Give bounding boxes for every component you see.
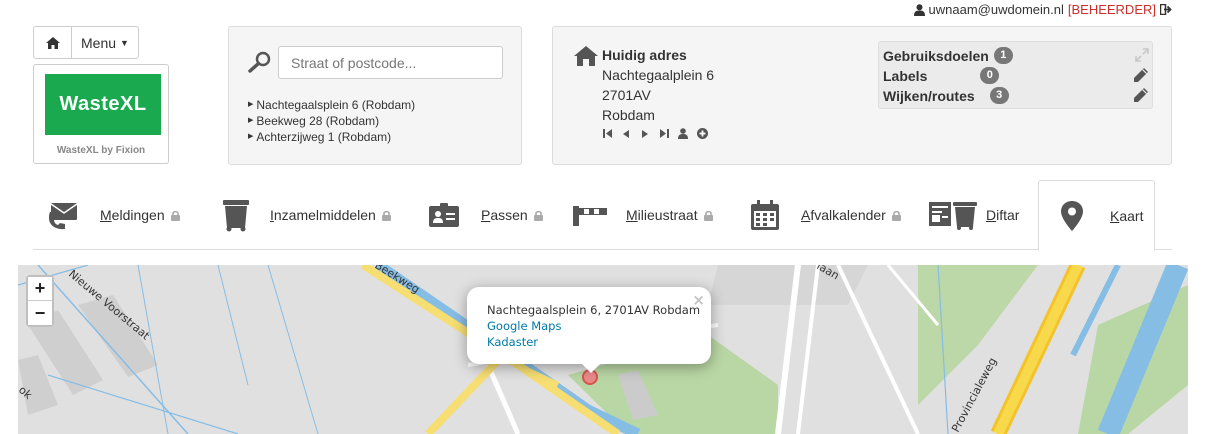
logout-icon[interactable]: [1160, 4, 1172, 15]
popup-tip: [581, 363, 601, 373]
search-input[interactable]: [278, 46, 503, 79]
house-icon: [574, 46, 598, 66]
next-icon[interactable]: [639, 129, 651, 138]
user-role: [BEHEERDER]: [1067, 2, 1156, 17]
previous-icon[interactable]: [620, 129, 632, 138]
list-item[interactable]: ▶ Nachtegaalsplein 6 (Robdam): [248, 97, 415, 113]
lock-icon: [381, 210, 391, 221]
tab-milieustraat[interactable]: Milieustraat: [573, 180, 713, 250]
expand-icon[interactable]: [1135, 48, 1149, 62]
search-icon: [248, 51, 271, 73]
address-street: Nachtegaalplein 6: [602, 67, 715, 83]
tab-label: Milieustraat: [626, 207, 698, 223]
count-badge: 1: [993, 47, 1013, 64]
wastexl-logo: WasteXL: [45, 74, 161, 135]
barrier-icon: [573, 206, 607, 226]
zoom-in-button[interactable]: +: [28, 277, 52, 301]
popup-address: Nachtegaalsplein 6, 2701AV Robdam: [487, 303, 701, 317]
property-wijken-routes: Wijken/routes 3: [883, 87, 1009, 104]
lock-icon: [170, 210, 180, 221]
lock-icon: [703, 210, 713, 221]
logo-box: WasteXL WasteXL by Fixion: [33, 64, 169, 164]
properties-box: Gebruiksdoelen 1 Labels 0 Wijken/routes …: [878, 41, 1153, 109]
property-gebruiksdoelen: Gebruiksdoelen 1: [883, 47, 1013, 64]
kadaster-link[interactable]: Kadaster: [487, 335, 538, 349]
tab-meldingen[interactable]: Meldingen: [47, 180, 180, 250]
menu-button[interactable]: Menu ▼: [72, 27, 138, 58]
count-badge: 3: [989, 87, 1009, 104]
recent-addresses: ▶ Nachtegaalsplein 6 (Robdam) ▶ Beekweg 28…: [248, 97, 415, 145]
zoom-control: + −: [26, 275, 54, 327]
pencil-icon[interactable]: [1133, 67, 1149, 83]
google-maps-link[interactable]: Google Maps: [487, 319, 561, 333]
caret-down-icon: ▼: [120, 37, 129, 48]
logo-text: WasteXL: [59, 93, 147, 115]
caret-right-icon: ▶: [248, 133, 254, 140]
address-title: Huidig adres: [602, 47, 687, 63]
property-labels: Labels 0: [883, 67, 1000, 84]
first-icon[interactable]: [601, 129, 613, 138]
tab-diftar[interactable]: Diftar: [929, 180, 1019, 250]
zoom-out-button[interactable]: −: [28, 301, 52, 325]
address-city: Robdam: [602, 107, 655, 123]
person-icon[interactable]: [677, 128, 689, 139]
module-tabs: Meldingen Inzamelmiddelen Passen Milieus…: [33, 180, 1172, 251]
invoice-bin-icon: [929, 202, 977, 230]
address-navigation: [601, 128, 708, 139]
calendar-icon: [751, 200, 779, 230]
list-item[interactable]: ▶ Beekweg 28 (Robdam): [248, 113, 415, 129]
tab-afvalkalender[interactable]: Afvalkalender: [751, 180, 901, 250]
map-popup: × Nachtegaalsplein 6, 2701AV Robdam Goog…: [467, 287, 711, 373]
tab-label: Meldingen: [100, 207, 165, 223]
address-postcode: 2701AV: [602, 87, 651, 103]
list-item[interactable]: ▶ Achterzijweg 1 (Robdam): [248, 129, 415, 145]
count-badge: 0: [980, 67, 1000, 84]
trash-bin-icon: [223, 200, 249, 232]
logo-caption: WasteXL by Fixion: [56, 145, 146, 156]
envelope-phone-icon: [49, 203, 78, 230]
top-button-group: Menu ▼: [33, 26, 139, 59]
map-view[interactable]: Nieuwe Voorstraat Beekweg Provincialeweg…: [18, 265, 1188, 434]
menu-label: Menu: [81, 34, 117, 51]
tab-label: Kaart: [1110, 207, 1144, 224]
home-icon: [45, 36, 60, 49]
address-panel: Huidig adres Nachtegaalplein 6 2701AV Ro…: [552, 26, 1172, 165]
user-bar: uwnaam@uwdomein.nl [BEHEERDER]: [913, 2, 1172, 17]
user-icon: [913, 3, 925, 16]
tab-label: Passen: [481, 207, 528, 223]
last-icon[interactable]: [658, 129, 670, 138]
search-panel: ▶Nachtegaalsplein 6 (Robdam) ▶Beekweg 28…: [228, 26, 522, 165]
tab-passen[interactable]: Passen: [429, 180, 543, 250]
tab-label: Diftar: [986, 207, 1020, 223]
lock-icon: [891, 210, 901, 221]
tab-label: Inzamelmiddelen: [270, 207, 376, 223]
caret-right-icon: ▶: [248, 101, 254, 108]
caret-right-icon: ▶: [248, 117, 254, 124]
id-card-icon: [429, 203, 459, 227]
tab-label: Afvalkalender: [801, 207, 886, 223]
home-button[interactable]: [34, 27, 72, 58]
map-marker-icon: [1061, 200, 1083, 231]
tab-kaart[interactable]: Kaart: [1038, 180, 1155, 251]
add-circle-icon[interactable]: [696, 128, 708, 139]
lock-icon: [533, 210, 543, 221]
pencil-icon[interactable]: [1133, 87, 1149, 103]
user-email[interactable]: uwnaam@uwdomein.nl: [929, 2, 1064, 17]
tab-inzamelmiddelen[interactable]: Inzamelmiddelen: [223, 180, 391, 250]
